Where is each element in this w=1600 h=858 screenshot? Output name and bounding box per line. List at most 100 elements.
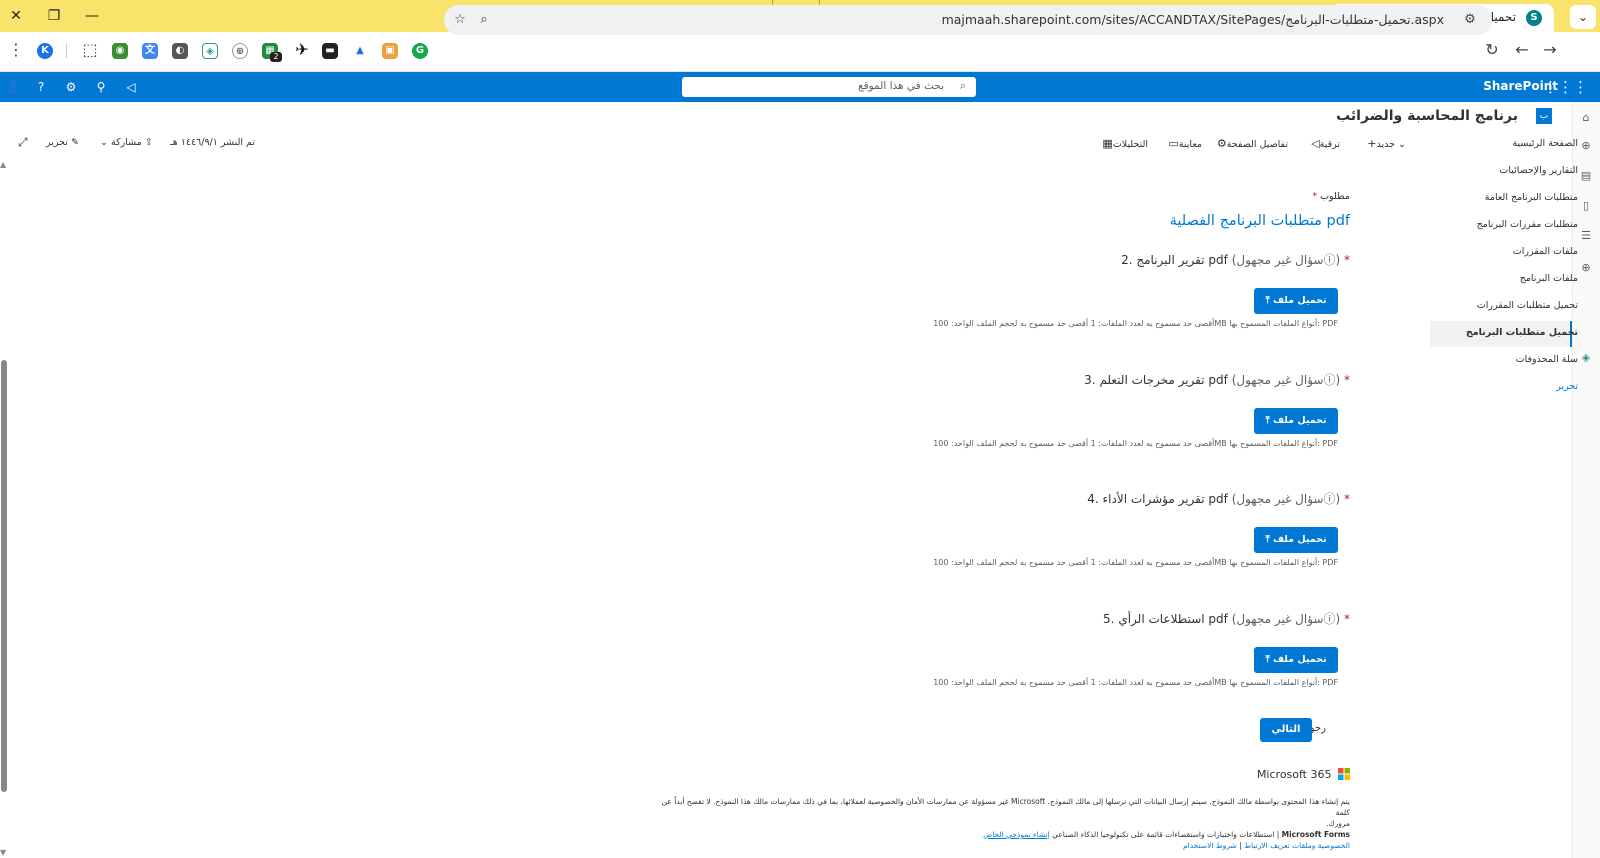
extension-plane-icon[interactable]: ✈ xyxy=(292,40,312,60)
news-icon[interactable]: ▤ xyxy=(1578,168,1594,184)
window-minimize-icon[interactable]: — xyxy=(82,6,102,26)
upload-file-button[interactable]: ⤒ تحميل ملف xyxy=(1254,647,1338,673)
disclaimer-text-2: مرورك. xyxy=(1326,819,1350,828)
account-icon[interactable]: 👤 xyxy=(4,78,22,96)
feedback-megaphone-icon[interactable]: ◁ xyxy=(122,78,140,96)
cmd-preview[interactable]: ▭معاينة xyxy=(1165,137,1202,150)
chevron-down-icon: ⌄ xyxy=(1398,139,1406,150)
profile-avatar[interactable]: K xyxy=(37,43,53,59)
cmd-page-details[interactable]: ⚙تفاصيل الصفحة xyxy=(1214,137,1288,150)
upload-file-button[interactable]: ⤒ تحميل ملف xyxy=(1254,288,1338,314)
app-bar: ⌂ ⊕ ▤ ▯ ☰ ⊕ ◈ xyxy=(1572,102,1600,858)
nav-item-upload-course-requirements[interactable]: تحميل متطلبات المقررات xyxy=(1477,300,1578,311)
upload-file-label: تحميل ملف xyxy=(1272,654,1327,665)
share-link-icon[interactable]: ⚲ xyxy=(92,78,110,96)
next-button[interactable]: التالي xyxy=(1260,718,1312,742)
microsoft-365-brand: Microsoft 365 xyxy=(1257,768,1350,781)
nav-item-recycle-bin[interactable]: سلة المحذوفات xyxy=(1516,354,1578,365)
site-settings-icon[interactable]: ⚙ xyxy=(1462,12,1478,28)
settings-gear-icon[interactable]: ⚙ xyxy=(62,78,80,96)
search-icon: ⌕ xyxy=(959,79,966,92)
scroll-down-icon[interactable]: ▼ xyxy=(0,848,6,857)
files-icon[interactable]: ▯ xyxy=(1578,198,1594,214)
terms-link[interactable]: شروط الاستخدام xyxy=(1183,841,1237,850)
tab-list-chevron-icon[interactable]: ⌄ xyxy=(1570,5,1596,29)
extension-card-icon[interactable]: ▬ xyxy=(322,43,338,59)
cmd-share[interactable]: ⌄ مشاركة ⇪ xyxy=(100,137,153,148)
upload-file-label: تحميل ملف xyxy=(1272,295,1327,306)
site-logo[interactable]: ب xyxy=(1536,108,1552,124)
question-anon-note: (سؤال غير مجهولⓘ) xyxy=(1231,253,1341,267)
cmd-analytics[interactable]: ▦التحليلات xyxy=(1099,137,1148,150)
expand-icon[interactable]: ⤢ xyxy=(18,135,28,150)
question-anon-note: (سؤال غير مجهولⓘ) xyxy=(1231,492,1341,506)
extension-image-icon[interactable]: ▣ xyxy=(382,43,398,59)
info-icon[interactable]: ⓘ xyxy=(1323,373,1335,387)
question-title: 5. استطلاعات الرأي pdf (سؤال غير مجهولⓘ)… xyxy=(1103,610,1350,627)
help-icon[interactable]: ? xyxy=(32,78,50,96)
sharepoint-brand[interactable]: SharePoint xyxy=(1483,79,1558,93)
content-scrollbar[interactable]: ▲ ▼ xyxy=(0,160,8,858)
published-status: تم النشر ١٤٤٦/٩/١ هـ xyxy=(170,137,255,148)
site-search-box[interactable]: ⌕ بحث في هذا الموقع xyxy=(682,77,976,97)
nav-item-course-requirements[interactable]: متطلبات مقررات البرنامج xyxy=(1477,219,1578,230)
info-icon[interactable]: ⓘ xyxy=(1323,253,1335,267)
nav-item-general-requirements[interactable]: متطلبات البرنامج العامة xyxy=(1485,192,1578,203)
upload-file-button[interactable]: ⤒ تحميل ملف xyxy=(1254,527,1338,553)
address-bar[interactable]: ☆ ⌕ majmaah.sharepoint.com/sites/ACCANDT… xyxy=(444,5,1492,35)
nav-item-home[interactable]: الصفحة الرئيسية xyxy=(1512,138,1578,149)
disclaimer-text: يتم إنشاء هذا المحتوى بواسطة مالك النموذ… xyxy=(661,797,1350,817)
nav-item-course-files[interactable]: ملفات المقررات xyxy=(1513,246,1578,257)
create-icon[interactable]: ⊕ xyxy=(1578,260,1594,276)
home-icon[interactable]: ⌂ xyxy=(1578,110,1594,126)
menu-dots-icon[interactable]: ⋮ xyxy=(6,40,26,60)
copilot-icon[interactable]: ◈ xyxy=(1578,350,1594,366)
section-title: متطلبات البرنامج الفصلية pdf xyxy=(1169,213,1350,229)
extension-grammarly-icon[interactable]: G xyxy=(412,43,428,59)
lists-icon[interactable]: ☰ xyxy=(1578,228,1594,244)
window-close-icon[interactable]: ✕ xyxy=(6,6,26,26)
cmd-new-label: جديد xyxy=(1376,139,1396,150)
microsoft-logo-icon xyxy=(1338,768,1350,780)
extension-translate-icon[interactable]: 文 xyxy=(142,43,158,59)
site-title[interactable]: برنامج المحاسبة والضرائب xyxy=(1336,108,1518,124)
upload-limits-note: أقصى حد مسموح به لعدد الملفات: 1 أقصى حد… xyxy=(933,558,1338,567)
question-text: تقرير مؤشرات الأداء pdf xyxy=(1102,492,1228,506)
question-number: 5. xyxy=(1103,612,1115,626)
reload-icon[interactable]: ↻ xyxy=(1482,40,1502,60)
extension-compass-icon[interactable]: ◐ xyxy=(172,43,188,59)
privacy-link[interactable]: الخصوصية وملفات تعريف الارتباط xyxy=(1244,841,1350,850)
globe-icon[interactable]: ⊕ xyxy=(1578,138,1594,154)
pencil-icon: ✎ xyxy=(70,137,79,148)
extension-layers-icon[interactable]: ◈ xyxy=(202,43,218,59)
info-icon[interactable]: ⓘ xyxy=(1323,492,1335,506)
extensions-puzzle-icon[interactable]: ⬚ xyxy=(80,40,100,60)
cmd-promote[interactable]: ◁ترقية xyxy=(1308,137,1340,150)
nav-item-reports[interactable]: التقارير والإحصائيات xyxy=(1499,165,1578,176)
back-arrow-icon[interactable]: ← xyxy=(1512,40,1532,60)
cmd-page-details-label: تفاصيل الصفحة xyxy=(1226,139,1288,150)
zoom-icon[interactable]: ⌕ xyxy=(476,12,492,28)
question-text: استطلاعات الرأي pdf xyxy=(1118,612,1228,626)
cmd-edit[interactable]: تحرير ✎ xyxy=(46,137,79,148)
window-restore-icon[interactable]: ❐ xyxy=(44,6,64,26)
nav-edit-link[interactable]: تحرير xyxy=(1556,381,1578,392)
extension-world-icon[interactable]: ⊕ xyxy=(232,43,248,59)
url-text[interactable]: majmaah.sharepoint.com/sites/ACCANDTAX/S… xyxy=(942,12,1444,27)
bookmark-star-icon[interactable]: ☆ xyxy=(452,12,468,28)
microsoft-365-label: Microsoft 365 xyxy=(1256,768,1332,781)
scroll-thumb[interactable] xyxy=(1,360,7,792)
nav-item-upload-program-requirements[interactable]: تحميل متطلبات البرنامج xyxy=(1466,327,1578,338)
scroll-up-icon[interactable]: ▲ xyxy=(0,160,6,169)
forward-arrow-icon[interactable]: → xyxy=(1540,40,1560,60)
cmd-analytics-label: التحليلات xyxy=(1112,139,1148,150)
nav-item-program-files[interactable]: ملفات البرنامج xyxy=(1520,273,1578,284)
extension-globe-icon[interactable]: ◉ xyxy=(112,43,128,59)
info-icon[interactable]: ⓘ xyxy=(1323,612,1335,626)
create-own-form-link[interactable]: إنشاء نموذجي الخاص xyxy=(983,830,1050,839)
extension-graduation-icon[interactable]: ▲ xyxy=(352,43,368,59)
required-asterisk: * xyxy=(1344,492,1350,506)
cmd-new[interactable]: +جديد ⌄ xyxy=(1364,137,1406,150)
forms-tagline: | استطلاعات واختبارات واستقصاءات قائمة ع… xyxy=(1052,830,1282,839)
upload-file-button[interactable]: ⤒ تحميل ملف xyxy=(1254,408,1338,434)
